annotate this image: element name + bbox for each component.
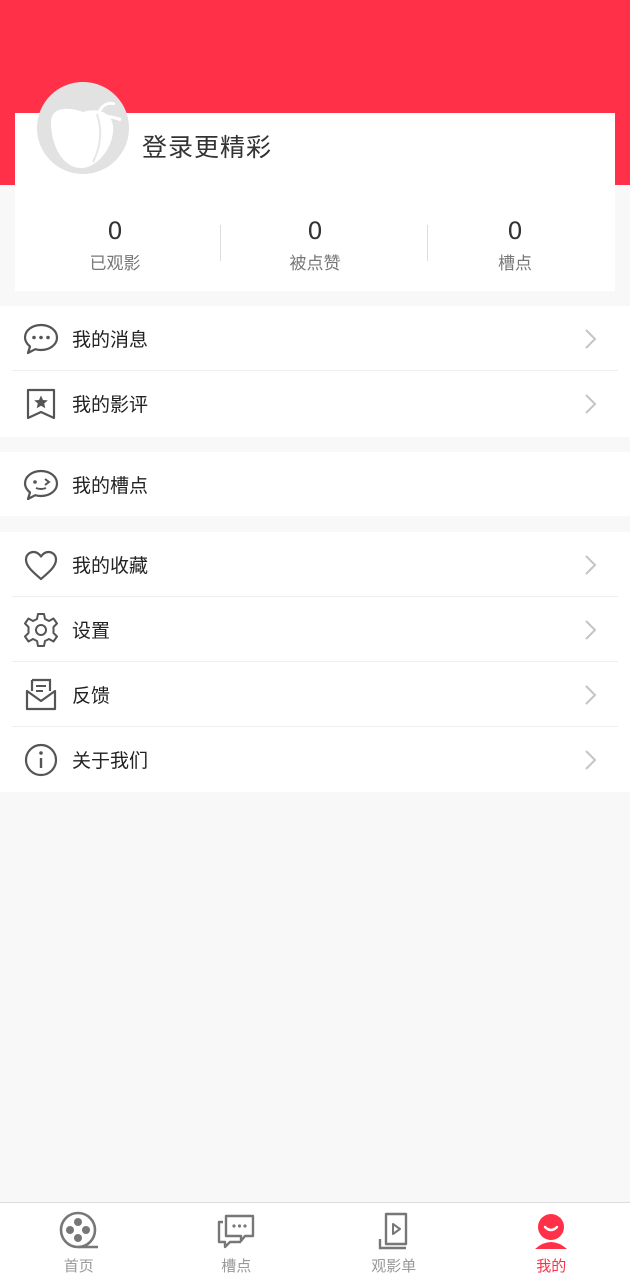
menu-item-about-label: 关于我们 xyxy=(72,750,149,772)
film-reel-icon xyxy=(59,1211,98,1249)
menu-group-2: 我的槽点 xyxy=(0,452,630,516)
menu-group-1: 我的消息 我的影评 xyxy=(0,306,630,437)
chevron-right-icon xyxy=(585,329,597,349)
menu-item-about[interactable]: 关于我们 xyxy=(0,727,630,792)
menu-item-slots[interactable]: 我的槽点 xyxy=(0,452,630,516)
menu-item-settings-label: 设置 xyxy=(72,620,111,642)
menu-item-messages-label: 我的消息 xyxy=(72,329,149,351)
menu-item-feedback-label: 反馈 xyxy=(72,685,111,707)
tab-mine-label: 我的 xyxy=(536,1257,567,1275)
stat-slots[interactable]: 0 槽点 xyxy=(415,215,615,280)
menu-item-reviews[interactable]: 我的影评 xyxy=(0,371,630,436)
bottom-tab-bar: 首页 槽点 观影单 我的 xyxy=(0,1202,630,1280)
stat-watched-value: 0 xyxy=(107,217,123,245)
stat-divider xyxy=(220,225,221,261)
heart-icon xyxy=(24,550,58,581)
chevron-right-icon xyxy=(585,555,597,575)
gear-icon xyxy=(24,613,58,647)
stat-likes[interactable]: 0 被点赞 xyxy=(215,215,415,280)
menu-item-favorites[interactable]: 我的收藏 xyxy=(0,532,630,597)
stat-likes-label: 被点赞 xyxy=(289,254,341,274)
info-icon xyxy=(24,743,58,777)
tab-home-label: 首页 xyxy=(63,1257,94,1275)
chevron-right-icon xyxy=(585,394,597,414)
menu-group-3: 我的收藏 设置 反馈 关于我们 xyxy=(0,532,630,792)
stat-watched[interactable]: 0 已观影 xyxy=(15,215,215,280)
menu-item-reviews-label: 我的影评 xyxy=(72,394,149,416)
stat-divider xyxy=(427,225,428,261)
menu-item-slots-label: 我的槽点 xyxy=(72,474,149,497)
stats-row: 0 已观影 0 被点赞 0 槽点 xyxy=(15,215,615,280)
chat-bubbles-icon xyxy=(218,1214,255,1249)
tab-home[interactable]: 首页 xyxy=(0,1203,158,1280)
tab-mine[interactable]: 我的 xyxy=(473,1203,630,1280)
tab-slots[interactable]: 槽点 xyxy=(158,1203,316,1280)
menu-item-feedback[interactable]: 反馈 xyxy=(0,662,630,727)
login-prompt[interactable]: 登录更精彩 xyxy=(142,128,272,164)
default-avatar-icon xyxy=(37,82,129,174)
menu-item-messages[interactable]: 我的消息 xyxy=(0,306,630,371)
menu-item-favorites-label: 我的收藏 xyxy=(72,555,149,577)
avatar[interactable] xyxy=(37,82,129,174)
tab-watchlist-label: 观影单 xyxy=(371,1257,417,1275)
speech-face-icon xyxy=(23,469,59,501)
bookmark-star-icon xyxy=(26,388,56,420)
stat-slots-label: 槽点 xyxy=(498,254,532,274)
playlist-icon xyxy=(378,1212,407,1250)
chevron-right-icon xyxy=(585,620,597,640)
user-icon xyxy=(535,1214,568,1249)
tab-watchlist[interactable]: 观影单 xyxy=(315,1203,473,1280)
stat-watched-label: 已观影 xyxy=(89,254,141,274)
feedback-mail-icon xyxy=(25,678,57,711)
tab-slots-label: 槽点 xyxy=(221,1257,252,1275)
menu-item-settings[interactable]: 设置 xyxy=(0,597,630,662)
stat-likes-value: 0 xyxy=(307,217,323,245)
stat-slots-value: 0 xyxy=(507,217,523,245)
chevron-right-icon xyxy=(585,750,597,770)
chevron-right-icon xyxy=(585,685,597,705)
message-bubble-icon xyxy=(23,323,59,355)
